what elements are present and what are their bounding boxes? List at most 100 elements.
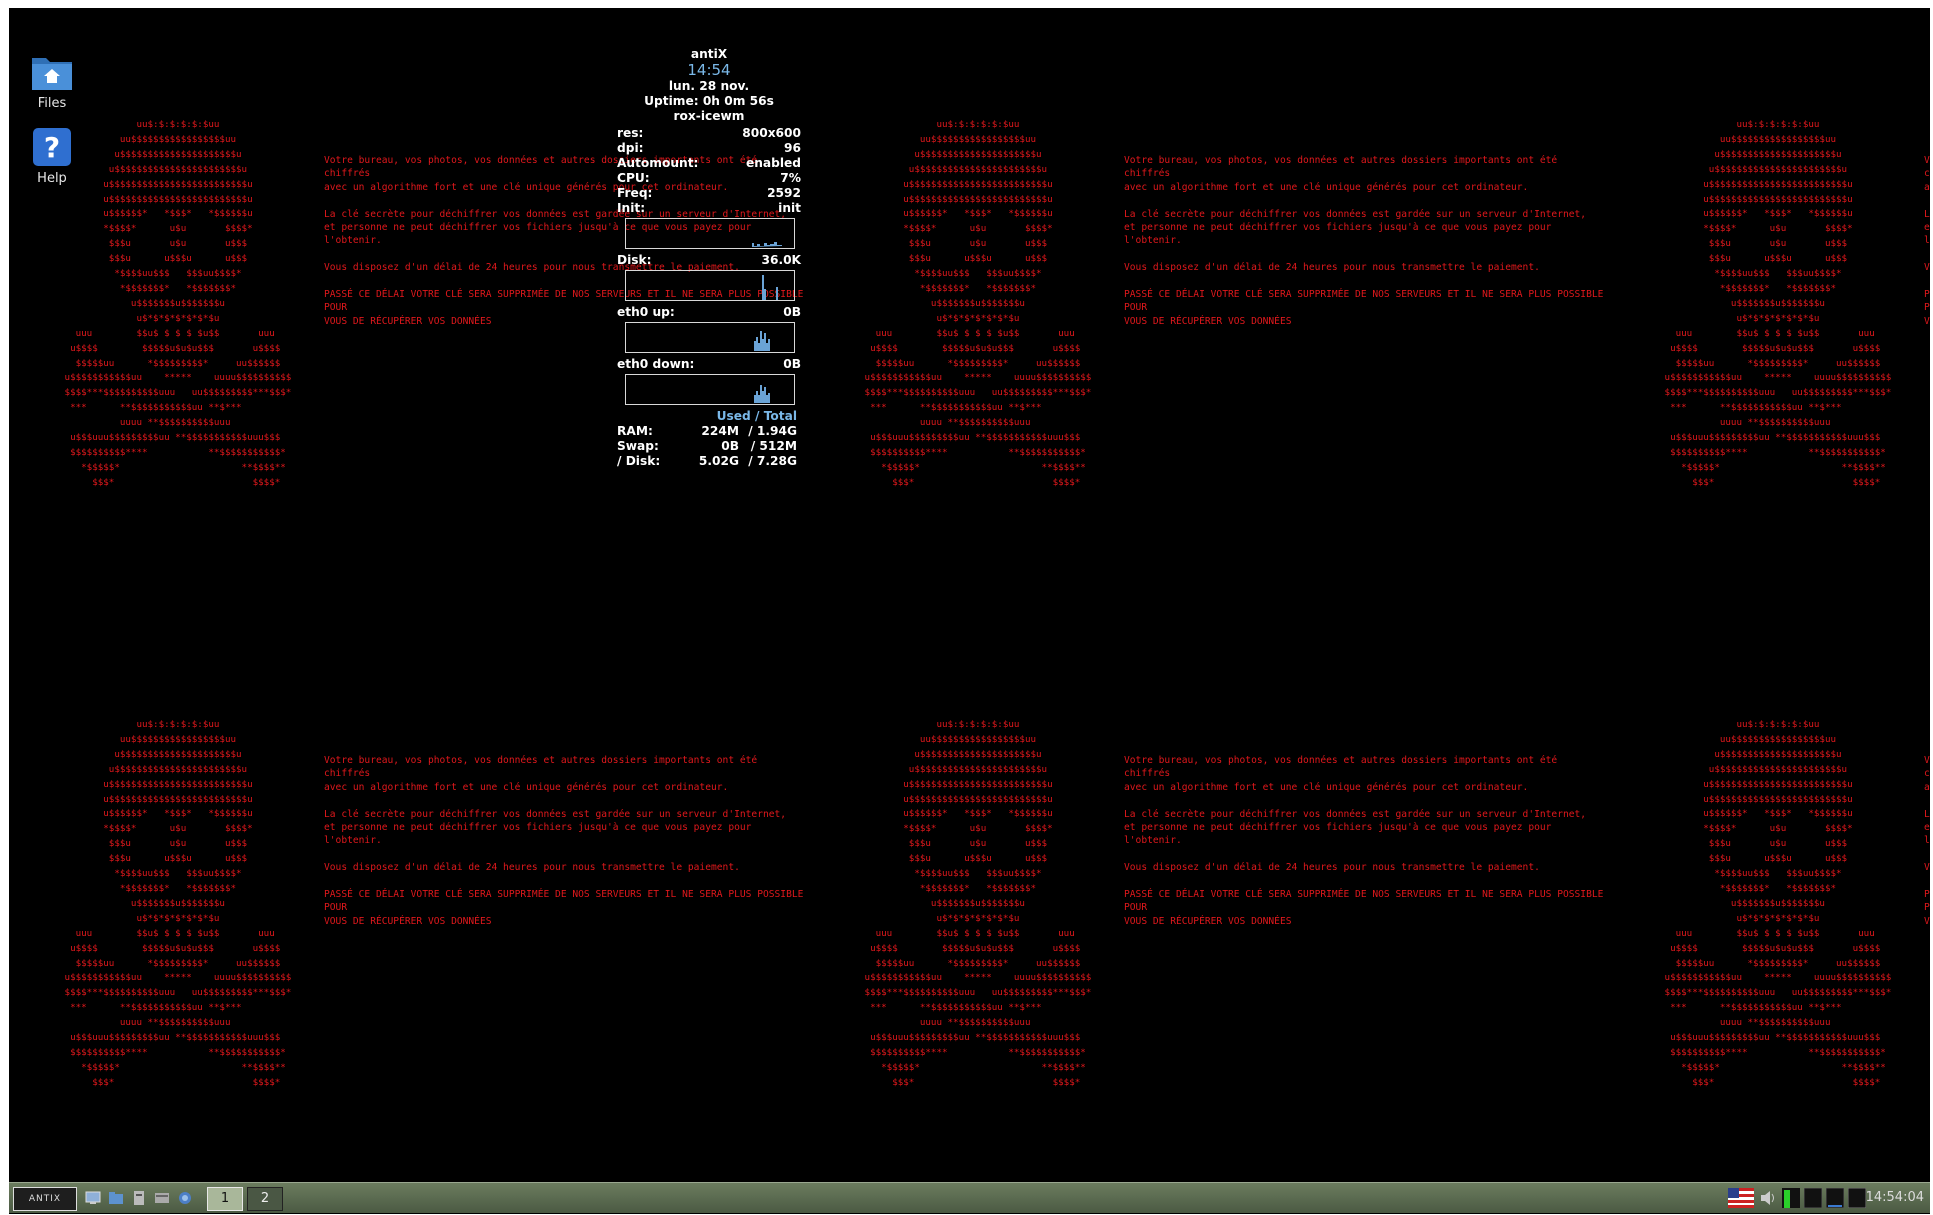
battery-icon[interactable]: [1848, 1188, 1866, 1208]
ransom-message: Votre bureau, vos photos, vos données et…: [1124, 754, 1604, 942]
memory-label: / Disk:: [617, 454, 661, 468]
ransom-paragraph: Votre bureau, vos photos, vos données et…: [324, 755, 758, 793]
conky-date: lun. 28 nov.: [668, 79, 750, 93]
ransom-paragraph: La clé secrète pour déchiffrer vos donné…: [1924, 208, 1930, 247]
stat-value: init: [778, 201, 801, 215]
conky-clock: 14:54: [687, 61, 731, 79]
cpu-meter-icon: [1782, 1188, 1800, 1208]
wallpaper-tile: uu$:$:$:$:$:$uu uu$$$$$$$$$$$$$$$$$uu u$…: [809, 8, 1609, 608]
network-icon[interactable]: [1804, 1188, 1822, 1208]
workspace-1-button[interactable]: 1: [207, 1187, 243, 1211]
conky-monitor: antiX 14:54 lun. 28 nov. Uptime: 0h 0m 5…: [617, 47, 801, 469]
stat-value: 96: [784, 141, 801, 155]
memory-total: / 512M: [750, 439, 797, 453]
cpu-graph-plot: [752, 242, 782, 247]
stat-row: CPU: 7%: [617, 171, 801, 186]
browser-icon[interactable]: [177, 1191, 193, 1205]
taskbar-clock[interactable]: 14:54:04: [1866, 1187, 1924, 1209]
skull-ascii-art: uu$:$:$:$:$:$uu uu$$$$$$$$$$$$$$$$$uu u$…: [864, 719, 1092, 1088]
desktop-icon-help[interactable]: ? Help: [21, 127, 83, 186]
memory-total: / 1.94G: [748, 424, 797, 438]
memory-row: RAM: 224M / 1.94G: [617, 424, 801, 439]
svg-text:?: ?: [44, 131, 60, 164]
stat-row: Automount: enabled: [617, 156, 801, 171]
question-mark-icon: ?: [33, 128, 71, 166]
ransom-paragraph: La clé secrète pour déchiffrer vos donné…: [324, 808, 787, 847]
stat-row: res: 800x600: [617, 126, 801, 141]
skull-ascii-art: uu$:$:$:$:$:$uu uu$$$$$$$$$$$$$$$$$uu u$…: [1664, 719, 1892, 1088]
conky-window-manager: rox-icewm: [673, 109, 745, 123]
memory-label: RAM:: [617, 424, 653, 438]
skull-ascii-art: uu$:$:$:$:$:$uu uu$$$$$$$$$$$$$$$$$uu u$…: [64, 719, 292, 1088]
ransom-paragraph: PASSÉ CE DÉLAI VOTRE CLÉ SERA SUPPRIMÉE …: [1924, 289, 1930, 327]
eth-down-graph-plot: [754, 385, 770, 403]
eth-up-label: eth0 up:: [617, 305, 675, 319]
workspace-2-button[interactable]: 2: [247, 1187, 283, 1211]
stat-label: Automount:: [617, 156, 699, 170]
stat-label: Freq:: [617, 186, 653, 200]
desktop-icon-label: Help: [37, 171, 67, 186]
volume-icon[interactable]: [1759, 1188, 1777, 1208]
wallpaper-tile: uu$:$:$:$:$:$uu uu$$$$$$$$$$$$$$$$$uu u$…: [1609, 8, 1930, 608]
disk-label: Disk:: [617, 253, 652, 267]
editor-icon[interactable]: [154, 1191, 170, 1205]
disk-graph: [625, 270, 795, 301]
ransom-paragraph: La clé secrète pour déchiffrer vos donné…: [1924, 808, 1930, 847]
stat-row: dpi: 96: [617, 141, 801, 156]
memory-row: Swap: 0B / 512M: [617, 439, 801, 454]
stat-value: 7%: [780, 171, 801, 185]
eth-down-graph: [625, 374, 795, 405]
memory-total: / 7.28G: [748, 454, 797, 468]
file-manager-icon[interactable]: [108, 1191, 124, 1205]
ransom-message: Votre bureau, vos photos, vos données et…: [1924, 754, 1930, 942]
ransom-paragraph: La clé secrète pour déchiffrer vos donné…: [1124, 208, 1587, 247]
eth-up-graph: [625, 322, 795, 353]
disk-row: Disk: 36.0K: [617, 253, 801, 268]
disk-value: 36.0K: [761, 253, 801, 267]
ransom-paragraph: Votre bureau, vos photos, vos données et…: [1924, 155, 1930, 193]
ransom-paragraph: Vous disposez d'un délai de 24 heures po…: [1124, 262, 1540, 274]
ransom-paragraph: PASSÉ CE DÉLAI VOTRE CLÉ SERA SUPPRIMÉE …: [1124, 889, 1604, 927]
stat-row: Init: init: [617, 201, 801, 216]
stat-value: 800x600: [742, 126, 801, 140]
ransom-paragraph: PASSÉ CE DÉLAI VOTRE CLÉ SERA SUPPRIMÉE …: [1124, 289, 1604, 327]
desktop-icon-files[interactable]: Files: [21, 52, 83, 111]
stat-label: Init:: [617, 201, 646, 215]
home-folder-icon: [32, 58, 72, 90]
desktop-icon-label: Files: [37, 96, 67, 111]
conky-uptime: Uptime: 0h 0m 56s: [644, 94, 774, 108]
ransom-paragraph: PASSÉ CE DÉLAI VOTRE CLÉ SERA SUPPRIMÉE …: [324, 889, 804, 927]
eth-up-value: 0B: [783, 305, 801, 319]
used-total-header: Used / Total: [716, 409, 797, 423]
ransom-paragraph: Vous disposez d'un délai de 24 heures po…: [1924, 262, 1930, 274]
stat-label: dpi:: [617, 141, 644, 155]
ransom-paragraph: Vous disposez d'un délai de 24 heures po…: [324, 862, 740, 874]
us-flag-icon[interactable]: [1728, 1188, 1754, 1208]
distro-name: antiX: [690, 47, 728, 61]
ransom-paragraph: Votre bureau, vos photos, vos données et…: [1124, 155, 1558, 193]
ransom-paragraph: Votre bureau, vos photos, vos données et…: [1124, 755, 1558, 793]
terminal-icon[interactable]: [131, 1191, 147, 1205]
ransom-message: Votre bureau, vos photos, vos données et…: [1924, 154, 1930, 342]
skull-ascii-art: uu$:$:$:$:$:$uu uu$$$$$$$$$$$$$$$$$uu u$…: [1664, 119, 1892, 488]
skull-ascii-art: uu$:$:$:$:$:$uu uu$$$$$$$$$$$$$$$$$uu u$…: [864, 119, 1092, 488]
cpu-graph: [625, 218, 795, 249]
ransom-message: Votre bureau, vos photos, vos données et…: [324, 754, 804, 942]
wallpaper-tile: uu$:$:$:$:$:$uu uu$$$$$$$$$$$$$$$$$uu u$…: [9, 608, 809, 1208]
eth-down-label: eth0 down:: [617, 357, 695, 371]
start-menu-button[interactable]: ANTIX: [13, 1187, 77, 1211]
wallpaper-tile: uu$:$:$:$:$:$uu uu$$$$$$$$$$$$$$$$$uu u$…: [1609, 608, 1930, 1208]
stat-row: Freq: 2592: [617, 186, 801, 201]
stat-label: CPU:: [617, 171, 650, 185]
memory-used: 224M: [701, 424, 739, 438]
disk-graph-plot: [762, 275, 778, 300]
stat-label: res:: [617, 126, 644, 140]
memory-label: Swap:: [617, 439, 659, 453]
memory-used: 0B: [721, 439, 739, 453]
eth-up-graph-plot: [754, 331, 770, 351]
system-monitor-icon[interactable]: [85, 1191, 101, 1205]
desktop: uu$:$:$:$:$:$uu uu$$$$$$$$$$$$$$$$$uu u$…: [9, 8, 1930, 1214]
memory-row: / Disk: 5.02G / 7.28G: [617, 454, 801, 469]
ransom-message: Votre bureau, vos photos, vos données et…: [1124, 154, 1604, 342]
stat-value: 2592: [767, 186, 801, 200]
